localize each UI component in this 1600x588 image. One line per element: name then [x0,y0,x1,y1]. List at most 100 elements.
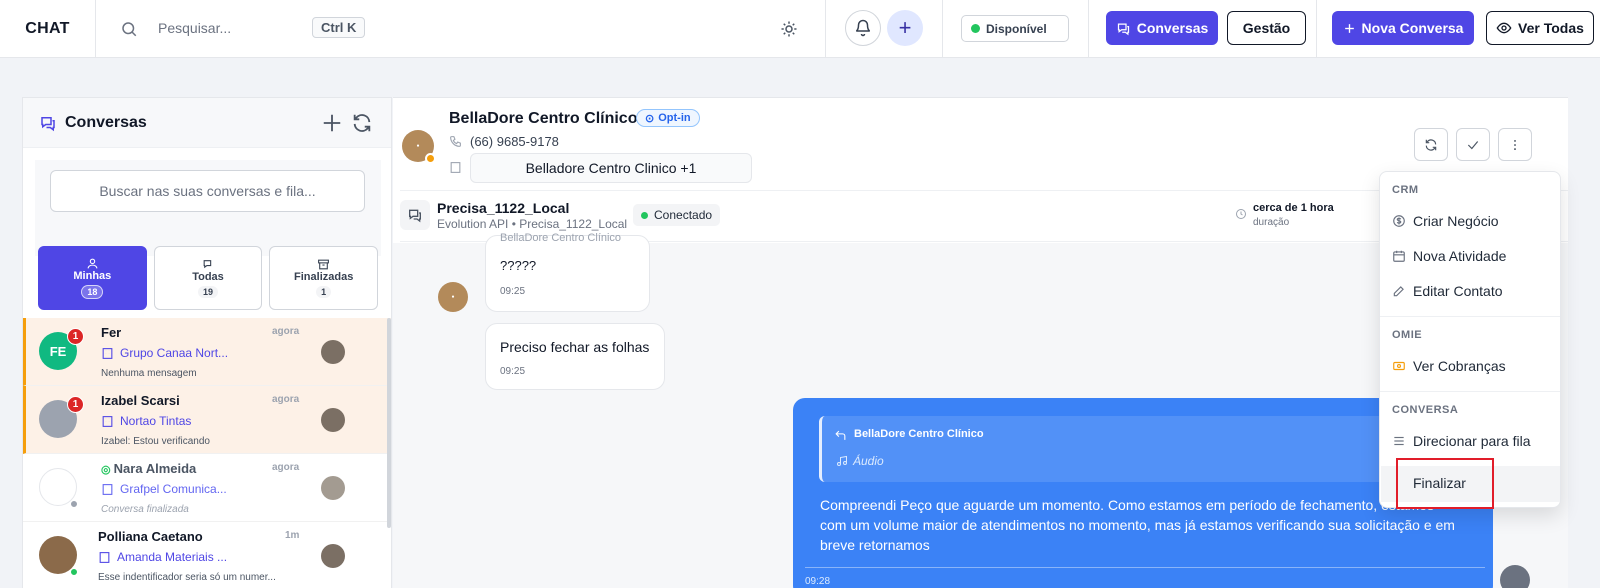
resolve-button[interactable] [1456,128,1490,161]
check-circle-icon: ◎ [101,464,114,476]
contact-phone: (66) 9685-9178 [449,134,559,149]
conversation-time: agora [272,326,300,337]
highlight-box [1396,458,1494,509]
dollar-circle-icon [1393,215,1405,227]
contact-name-text: Nara Almeida [113,461,197,476]
menu-item-nova-atividade[interactable]: Nova Atividade [1392,248,1506,264]
message-sender: BellaDore Centro Clínico [500,232,622,244]
message-time: 09:25 [500,366,526,377]
agent-avatar [321,544,345,568]
agent-avatar [1500,565,1530,588]
menu-item-editar-contato[interactable]: Editar Contato [1392,283,1503,299]
availability-label: Disponível [986,21,1047,36]
conversas-button[interactable]: Conversas [1106,11,1218,45]
building-icon [102,347,113,359]
online-dot-icon [641,211,648,219]
tab-minhas[interactable]: Minhas 18 [38,246,147,310]
chat-bubbles-icon [409,209,421,223]
transfer-button[interactable] [1414,128,1448,161]
contact-logo-icon: ● [416,143,420,149]
global-search-input[interactable]: Pesquisar... [158,20,231,36]
tab-finalizadas[interactable]: Finalizadas 1 [269,246,379,310]
refresh-button[interactable] [349,110,375,136]
online-dot-icon [971,24,980,33]
nova-conversa-button[interactable]: Nova Conversa [1332,11,1474,45]
last-message: Nenhuma mensagem [101,368,197,379]
conversations-header: Conversas [23,98,391,148]
plus-icon [1344,23,1354,33]
conversation-search-area: Buscar nas suas conversas e fila... [35,160,381,256]
tab-todas[interactable]: Todas 19 [153,246,263,310]
more-options-button[interactable] [1498,128,1532,161]
list-icon [1394,436,1404,446]
conversation-item-izabel[interactable]: 1 Izabel Scarsi agora Nortao Tintas Izab… [23,386,391,454]
message-text: Preciso fechar as folhas [500,339,650,355]
divider [1316,0,1317,58]
contact-avatar: ● [402,130,436,164]
quoted-message[interactable]: BellaDore Centro Clínico Áudio [819,416,1419,482]
menu-item-criar-negocio[interactable]: Criar Negócio [1392,213,1499,229]
conversation-time: 1m [285,530,300,541]
eye-icon [1496,22,1512,34]
contact-avatar-small: ● [438,282,468,312]
conversation-search-input[interactable]: Buscar nas suas conversas e fila... [50,170,365,212]
gestao-button[interactable]: Gestão [1227,11,1306,45]
menu-item-label: Ver Cobranças [1413,358,1506,374]
conversation-item-nara[interactable]: ◎ Nara Almeida agora Grafpel Comunica...… [23,454,391,522]
conversation-org: Nortao Tintas [101,414,191,428]
ver-todas-button[interactable]: Ver Todas [1486,11,1594,45]
connection-status-label: Conectado [654,208,713,222]
theme-toggle-icon[interactable] [780,20,798,38]
last-message: Esse indentificador seria só um numer... [98,572,276,583]
reply-icon [835,430,846,440]
conversations-panel: Conversas Buscar nas suas conversas e fi… [22,97,392,588]
archive-icon [318,259,330,270]
duration-value: cerca de 1 hora [1253,202,1334,214]
list-scrollbar[interactable] [387,318,391,528]
status-dot-icon [425,153,436,164]
nova-conversa-label: Nova Conversa [1361,20,1464,36]
unread-badge: 1 [67,328,84,345]
refresh-icon [353,114,371,132]
phone-icon [450,136,461,147]
app-brand: CHAT [0,0,96,58]
contact-name: BellaDore Centro Clínico [449,110,638,127]
building-icon [450,162,461,173]
search-icon [122,22,137,37]
contact-organization[interactable]: Belladore Centro Clinico +1 [470,153,752,183]
chat-bubbles-icon [203,260,211,269]
menu-divider [1380,391,1560,392]
quoted-text: Áudio [853,454,884,468]
conversation-org: Grupo Canaa Nort... [101,346,228,360]
org-name: Amanda Materiais ... [117,550,228,564]
menu-item-ver-cobrancas[interactable]: Ver Cobranças [1392,358,1506,374]
billing-icon [1393,361,1405,371]
music-note-icon [837,455,847,466]
status-dot-icon [70,500,78,508]
conversation-tabs: Minhas 18 Todas 19 Finalizadas 1 [38,246,379,310]
conversation-item-polliana[interactable]: Polliana Caetano 1m Amanda Materiais ...… [23,522,391,588]
org-name: Grupo Canaa Nort... [120,346,229,360]
clock-icon [1236,209,1246,219]
edit-icon [1393,286,1404,297]
notifications-button[interactable] [845,10,881,46]
availability-select[interactable]: Disponível [961,15,1069,42]
online-dot-icon [70,568,78,576]
tab-label: Minhas [73,270,112,282]
new-conversation-button[interactable] [319,110,345,136]
divider [805,567,1485,568]
menu-item-label: Criar Negócio [1413,213,1499,229]
optin-badge: ⊙ Opt-in [636,109,700,127]
bell-icon [855,19,871,37]
org-name: Nortao Tintas [120,414,192,428]
message-time: 09:25 [500,286,526,297]
global-search[interactable]: Pesquisar... Ctrl K [96,0,826,58]
menu-item-label: Nova Atividade [1413,248,1507,264]
quoted-audio: Áudio [836,454,884,468]
menu-item-direcionar-fila[interactable]: Direcionar para fila [1392,433,1531,449]
divider [1088,0,1089,58]
quick-add-button[interactable]: + [887,10,923,46]
conversation-time: agora [272,462,300,473]
conversation-item-fer[interactable]: FE 1 Fer agora Grupo Canaa Nort... Nenhu… [23,318,391,386]
message-text: Compreendi Peço que aguarde um momento. … [820,497,1455,553]
